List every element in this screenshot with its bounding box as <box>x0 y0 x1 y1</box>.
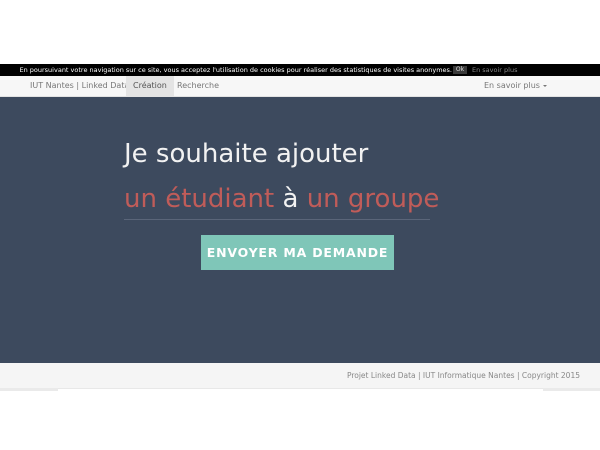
hero-group-text: un groupe <box>306 184 440 214</box>
top-navbar: IUT Nantes | Linked Data Création Recher… <box>0 76 600 97</box>
hero-divider <box>124 219 430 220</box>
page-footer: Projet Linked Data | IUT Informatique Na… <box>0 363 600 389</box>
brand-link[interactable]: IUT Nantes | Linked Data <box>30 76 129 96</box>
footer-copyright: Projet Linked Data | IUT Informatique Na… <box>346 371 580 380</box>
footer-divider-right <box>543 388 600 391</box>
send-request-button[interactable]: ENVOYER MA DEMANDE <box>201 235 394 270</box>
about-dropdown[interactable]: En savoir plus <box>484 76 547 96</box>
nav-item-recherche[interactable]: Recherche <box>177 76 219 96</box>
hero-title-line1: Je souhaite ajouter <box>124 139 369 169</box>
cookie-banner: En poursuivant votre navigation sur ce s… <box>0 64 600 76</box>
chevron-down-icon <box>542 84 547 87</box>
about-dropdown-label: En savoir plus <box>484 81 540 90</box>
cookie-message: En poursuivant votre navigation sur ce s… <box>19 66 452 74</box>
nav-item-creation[interactable]: Création <box>126 76 174 96</box>
hero-section: Je souhaite ajouter un étudiant à un gro… <box>0 97 600 363</box>
footer-divider-left <box>0 388 58 391</box>
hero-title-line2: un étudiant à un groupe <box>124 184 439 214</box>
hero-student-text: un étudiant <box>124 184 275 214</box>
cookie-more-link[interactable]: En savoir plus <box>472 64 517 76</box>
cookie-ok-button[interactable]: Ok <box>453 66 467 74</box>
hero-connector-text: à <box>274 184 307 214</box>
